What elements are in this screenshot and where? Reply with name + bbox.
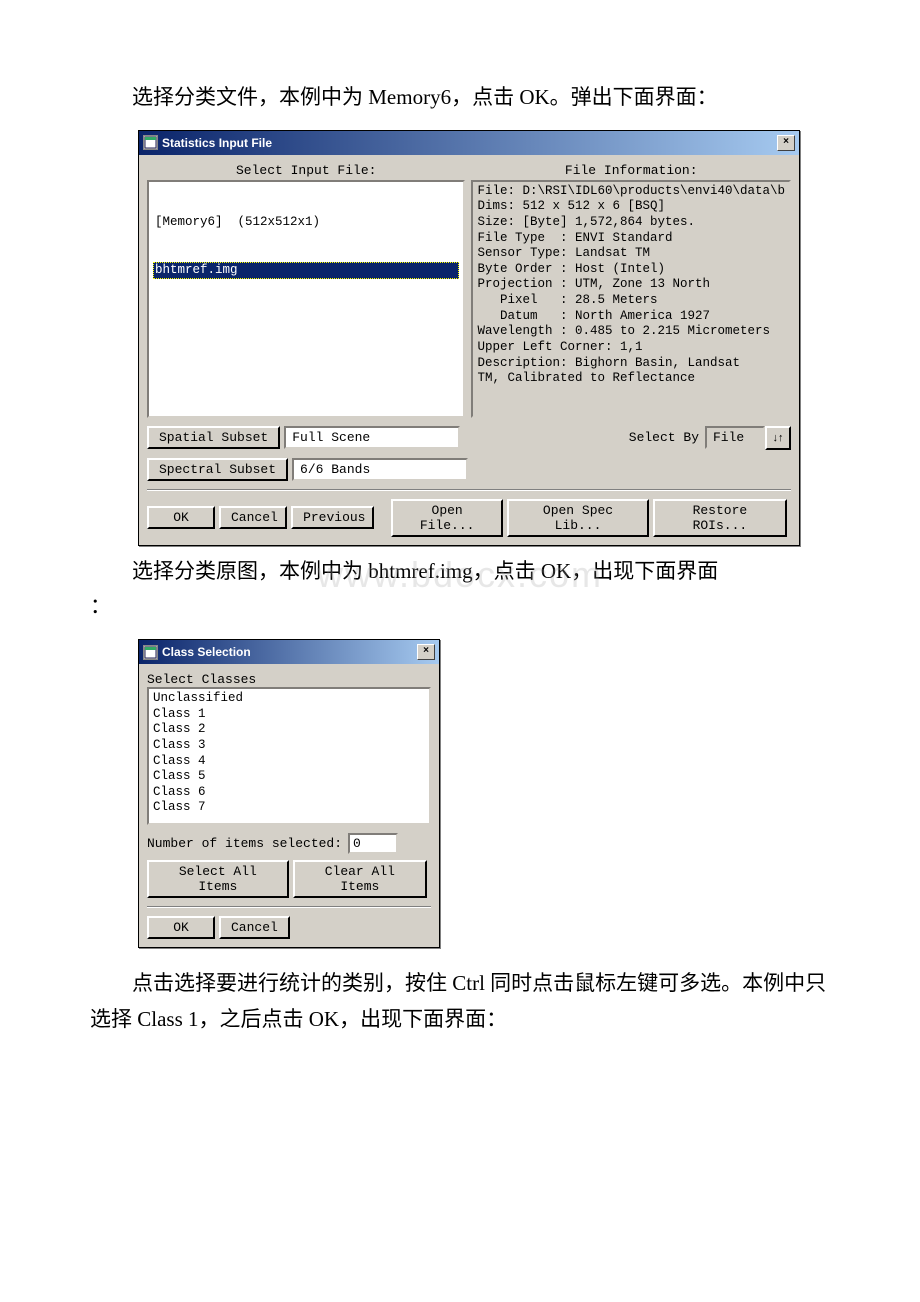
clear-all-items-button[interactable]: Clear All Items	[293, 860, 427, 898]
titlebar[interactable]: Class Selection ×	[139, 640, 439, 664]
dialog-title: Class Selection	[162, 645, 417, 659]
cancel-button[interactable]: Cancel	[219, 506, 287, 529]
class-selection-dialog: Class Selection × Select Classes Unclass…	[138, 639, 440, 948]
class-list[interactable]: Unclassified Class 1 Class 2 Class 3 Cla…	[147, 687, 431, 825]
separator	[147, 489, 791, 491]
num-selected-value: 0	[348, 833, 398, 854]
select-by-value: File	[705, 426, 765, 449]
select-all-items-button[interactable]: Select All Items	[147, 860, 289, 898]
statistics-input-file-dialog: Statistics Input File × Select Input Fil…	[138, 130, 800, 546]
open-spec-lib-button[interactable]: Open Spec Lib...	[507, 499, 649, 537]
close-icon[interactable]: ×	[417, 644, 435, 660]
close-icon[interactable]: ×	[777, 135, 795, 151]
paragraph-1: 选择分类文件，本例中为 Memory6，点击 OK。弹出下面界面：	[90, 80, 830, 116]
spatial-subset-button[interactable]: Spatial Subset	[147, 426, 280, 449]
ok-button[interactable]: OK	[147, 506, 215, 529]
spectral-subset-button[interactable]: Spectral Subset	[147, 458, 288, 481]
restore-rois-button[interactable]: Restore ROIs...	[653, 499, 787, 537]
file-information-label: File Information:	[471, 163, 791, 178]
open-file-button[interactable]: Open File...	[391, 499, 503, 537]
titlebar[interactable]: Statistics Input File ×	[139, 131, 799, 155]
select-by-toggle-icon[interactable]: ↓↑	[765, 426, 791, 450]
separator	[147, 906, 431, 908]
ok-button[interactable]: OK	[147, 916, 215, 939]
spatial-subset-value: Full Scene	[284, 426, 460, 449]
window-icon	[143, 645, 158, 660]
paragraph-3: 点击选择要进行统计的类别，按住 Ctrl 同时点击鼠标左键可多选。本例中只选择 …	[90, 966, 830, 1037]
input-file-list[interactable]: [Memory6] (512x512x1) bhtmref.img	[147, 180, 465, 418]
cancel-button[interactable]: Cancel	[219, 916, 290, 939]
previous-button[interactable]: Previous	[291, 506, 374, 529]
file-information-panel: File: D:\RSI\IDL60\products\envi40\data\…	[471, 180, 791, 418]
num-selected-label: Number of items selected:	[147, 836, 342, 851]
spectral-subset-value: 6/6 Bands	[292, 458, 468, 481]
dialog-title: Statistics Input File	[162, 136, 777, 150]
file-list-item-selected[interactable]: bhtmref.img	[153, 262, 459, 280]
select-input-file-label: Select Input File:	[147, 163, 465, 178]
window-icon	[143, 135, 158, 150]
file-list-item[interactable]: [Memory6] (512x512x1)	[153, 215, 459, 231]
select-classes-label: Select Classes	[147, 672, 425, 687]
paragraph-2: 选择分类原图，本例中为 bhtmref.img，点击 OK，出现下面界面 ：	[90, 554, 830, 625]
select-by-label: Select By	[629, 430, 699, 445]
